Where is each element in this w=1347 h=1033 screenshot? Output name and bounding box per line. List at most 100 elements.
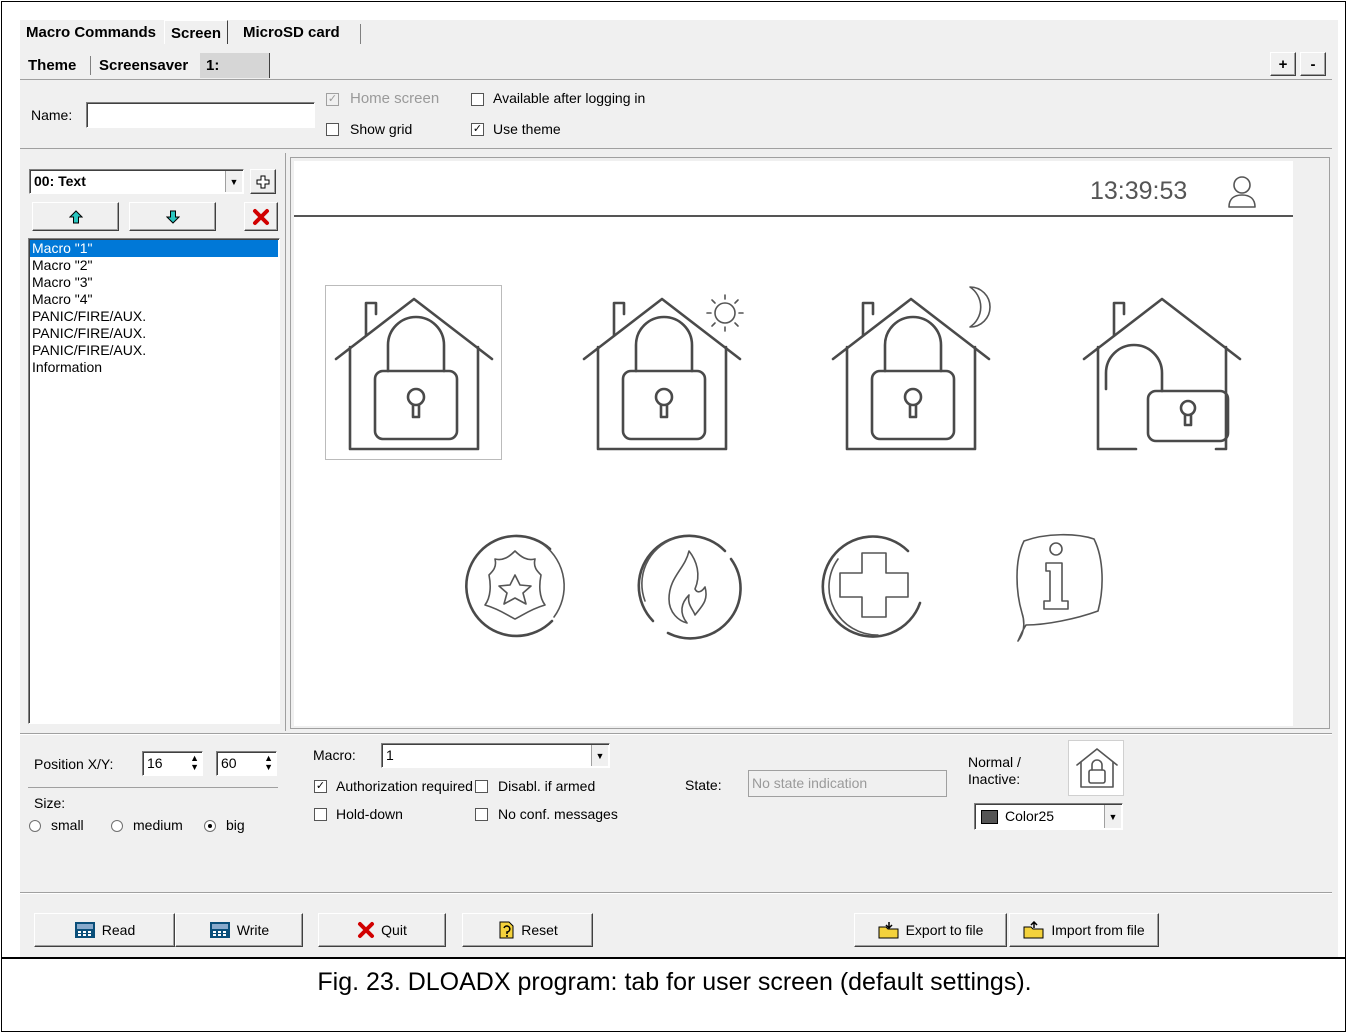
delete-element-button[interactable] (244, 202, 278, 231)
arm-full-icon[interactable] (332, 293, 498, 453)
subtab-screen-1[interactable]: 1: (200, 53, 270, 78)
normal-inactive-label: Normal / Inactive: (968, 754, 1021, 788)
plus-icon (256, 175, 270, 188)
tab-screen[interactable]: Screen (164, 20, 229, 44)
use-theme-checkbox[interactable]: ✓ (471, 123, 484, 136)
tab-microsd-card[interactable]: MicroSD card (237, 20, 346, 46)
position-y-value: 60 (221, 755, 237, 771)
inactive-label: Inactive: (968, 771, 1021, 787)
export-to-file-button[interactable]: Export to file (854, 913, 1007, 947)
arm-night-icon[interactable] (829, 285, 1025, 455)
reset-label: Reset (521, 922, 558, 938)
size-medium-radio[interactable] (111, 820, 123, 832)
read-keypad-icon (74, 922, 95, 938)
move-up-button[interactable] (32, 202, 119, 231)
disable-if-armed-checkbox[interactable] (475, 780, 488, 793)
home-screen-checkbox[interactable]: ✓ (326, 93, 339, 106)
caption-divider (2, 957, 1345, 959)
quit-button[interactable]: Quit (318, 913, 446, 947)
list-item[interactable]: PANIC/FIRE/AUX. (30, 342, 278, 359)
macro-select-value: 1 (386, 747, 394, 763)
authorization-required-checkbox[interactable]: ✓ (314, 780, 327, 793)
import-label: Import from file (1051, 922, 1145, 938)
add-screen-button[interactable]: + (1270, 52, 1296, 76)
show-grid-label: Show grid (350, 121, 413, 137)
show-grid-checkbox[interactable] (326, 123, 339, 136)
chevron-down-icon[interactable]: ▼ (1104, 805, 1121, 828)
color-value: Color25 (1005, 808, 1055, 824)
position-x-value: 16 (147, 755, 163, 771)
hold-down-label: Hold-down (336, 806, 403, 822)
buttons-divider (20, 892, 1332, 894)
export-label: Export to file (905, 922, 984, 938)
color-select[interactable]: Color25 ▼ (974, 803, 1123, 830)
color-swatch (981, 810, 998, 824)
disarm-icon[interactable] (1080, 293, 1246, 453)
write-label: Write (236, 922, 270, 938)
import-folder-icon (1023, 921, 1044, 939)
spinner-arrows-icon[interactable]: ▲ ▼ (190, 754, 199, 772)
element-list: Macro "1" Macro "2" Macro "3" Macro "4" … (28, 238, 280, 724)
remove-screen-button[interactable]: - (1300, 52, 1326, 76)
normal-label: Normal / (968, 754, 1021, 770)
arrow-up-icon (68, 209, 83, 223)
available-after-login-checkbox[interactable] (471, 93, 484, 106)
aux-medical-icon[interactable] (820, 531, 930, 643)
quit-label: Quit (381, 922, 407, 938)
dloadx-window: Macro Commands Screen MicroSD card Theme… (20, 20, 1338, 958)
position-x-spinner[interactable]: 16 ▲ ▼ (142, 751, 203, 776)
no-conf-messages-label: No conf. messages (498, 806, 618, 822)
delete-x-icon (253, 208, 269, 225)
subtab-theme[interactable]: Theme (22, 53, 82, 78)
list-item[interactable]: Macro "3" (30, 274, 278, 291)
list-item[interactable]: PANIC/FIRE/AUX. (30, 308, 278, 325)
element-type-value: 00: Text (34, 173, 86, 189)
spinner-arrows-icon[interactable]: ▲ ▼ (264, 754, 273, 772)
properties-divider (20, 733, 1332, 735)
position-y-spinner[interactable]: 60 ▲ ▼ (216, 751, 277, 776)
state-label: State: (685, 777, 722, 793)
disable-if-armed-label: Disabl. if armed (498, 778, 596, 794)
macro-select[interactable]: 1 ▼ (381, 743, 610, 768)
chevron-down-icon[interactable]: ▼ (225, 171, 242, 192)
element-type-select[interactable]: 00: Text ▼ (29, 169, 244, 194)
reset-button[interactable]: Reset (462, 913, 593, 947)
read-label: Read (101, 922, 136, 938)
size-big-radio[interactable] (204, 820, 216, 832)
user-icon[interactable] (1226, 174, 1258, 210)
sub-tabbar: Theme Screensaver 1: (22, 53, 270, 78)
list-item[interactable]: Information (30, 359, 278, 376)
arm-day-icon[interactable] (580, 293, 776, 453)
arrow-down-icon (165, 210, 180, 224)
position-label: Position X/Y: (34, 756, 114, 772)
read-button[interactable]: Read (34, 913, 175, 947)
write-button[interactable]: Write (175, 913, 303, 947)
home-screen-label: Home screen (350, 90, 440, 107)
fire-panic-icon[interactable] (633, 531, 743, 643)
tab-macro-commands[interactable]: Macro Commands (20, 20, 162, 46)
list-item[interactable]: Macro "2" (30, 257, 278, 274)
hold-down-checkbox[interactable] (314, 808, 327, 821)
no-conf-messages-checkbox[interactable] (475, 808, 488, 821)
size-small-radio[interactable] (29, 820, 41, 832)
police-panic-icon[interactable] (460, 531, 570, 641)
screen-preview: 13:39:53 (294, 161, 1293, 726)
state-field: No state indication (748, 770, 947, 797)
write-keypad-icon (209, 922, 230, 938)
tab-separator (360, 24, 361, 44)
add-element-button[interactable] (250, 169, 276, 194)
icon-preview[interactable] (1068, 740, 1124, 796)
name-input[interactable] (86, 102, 315, 128)
move-down-button[interactable] (129, 202, 216, 231)
import-from-file-button[interactable]: Import from file (1009, 913, 1159, 947)
size-small-label: small (51, 817, 84, 833)
name-label: Name: (31, 107, 73, 123)
chevron-down-icon[interactable]: ▼ (591, 745, 608, 766)
list-item[interactable]: PANIC/FIRE/AUX. (30, 325, 278, 342)
list-item[interactable]: Macro "1" (30, 240, 278, 257)
list-item[interactable]: Macro "4" (30, 291, 278, 308)
subtab-screensaver[interactable]: Screensaver (93, 53, 194, 78)
size-divider (28, 787, 278, 788)
information-icon[interactable] (1006, 531, 1106, 645)
reset-icon (499, 921, 514, 939)
